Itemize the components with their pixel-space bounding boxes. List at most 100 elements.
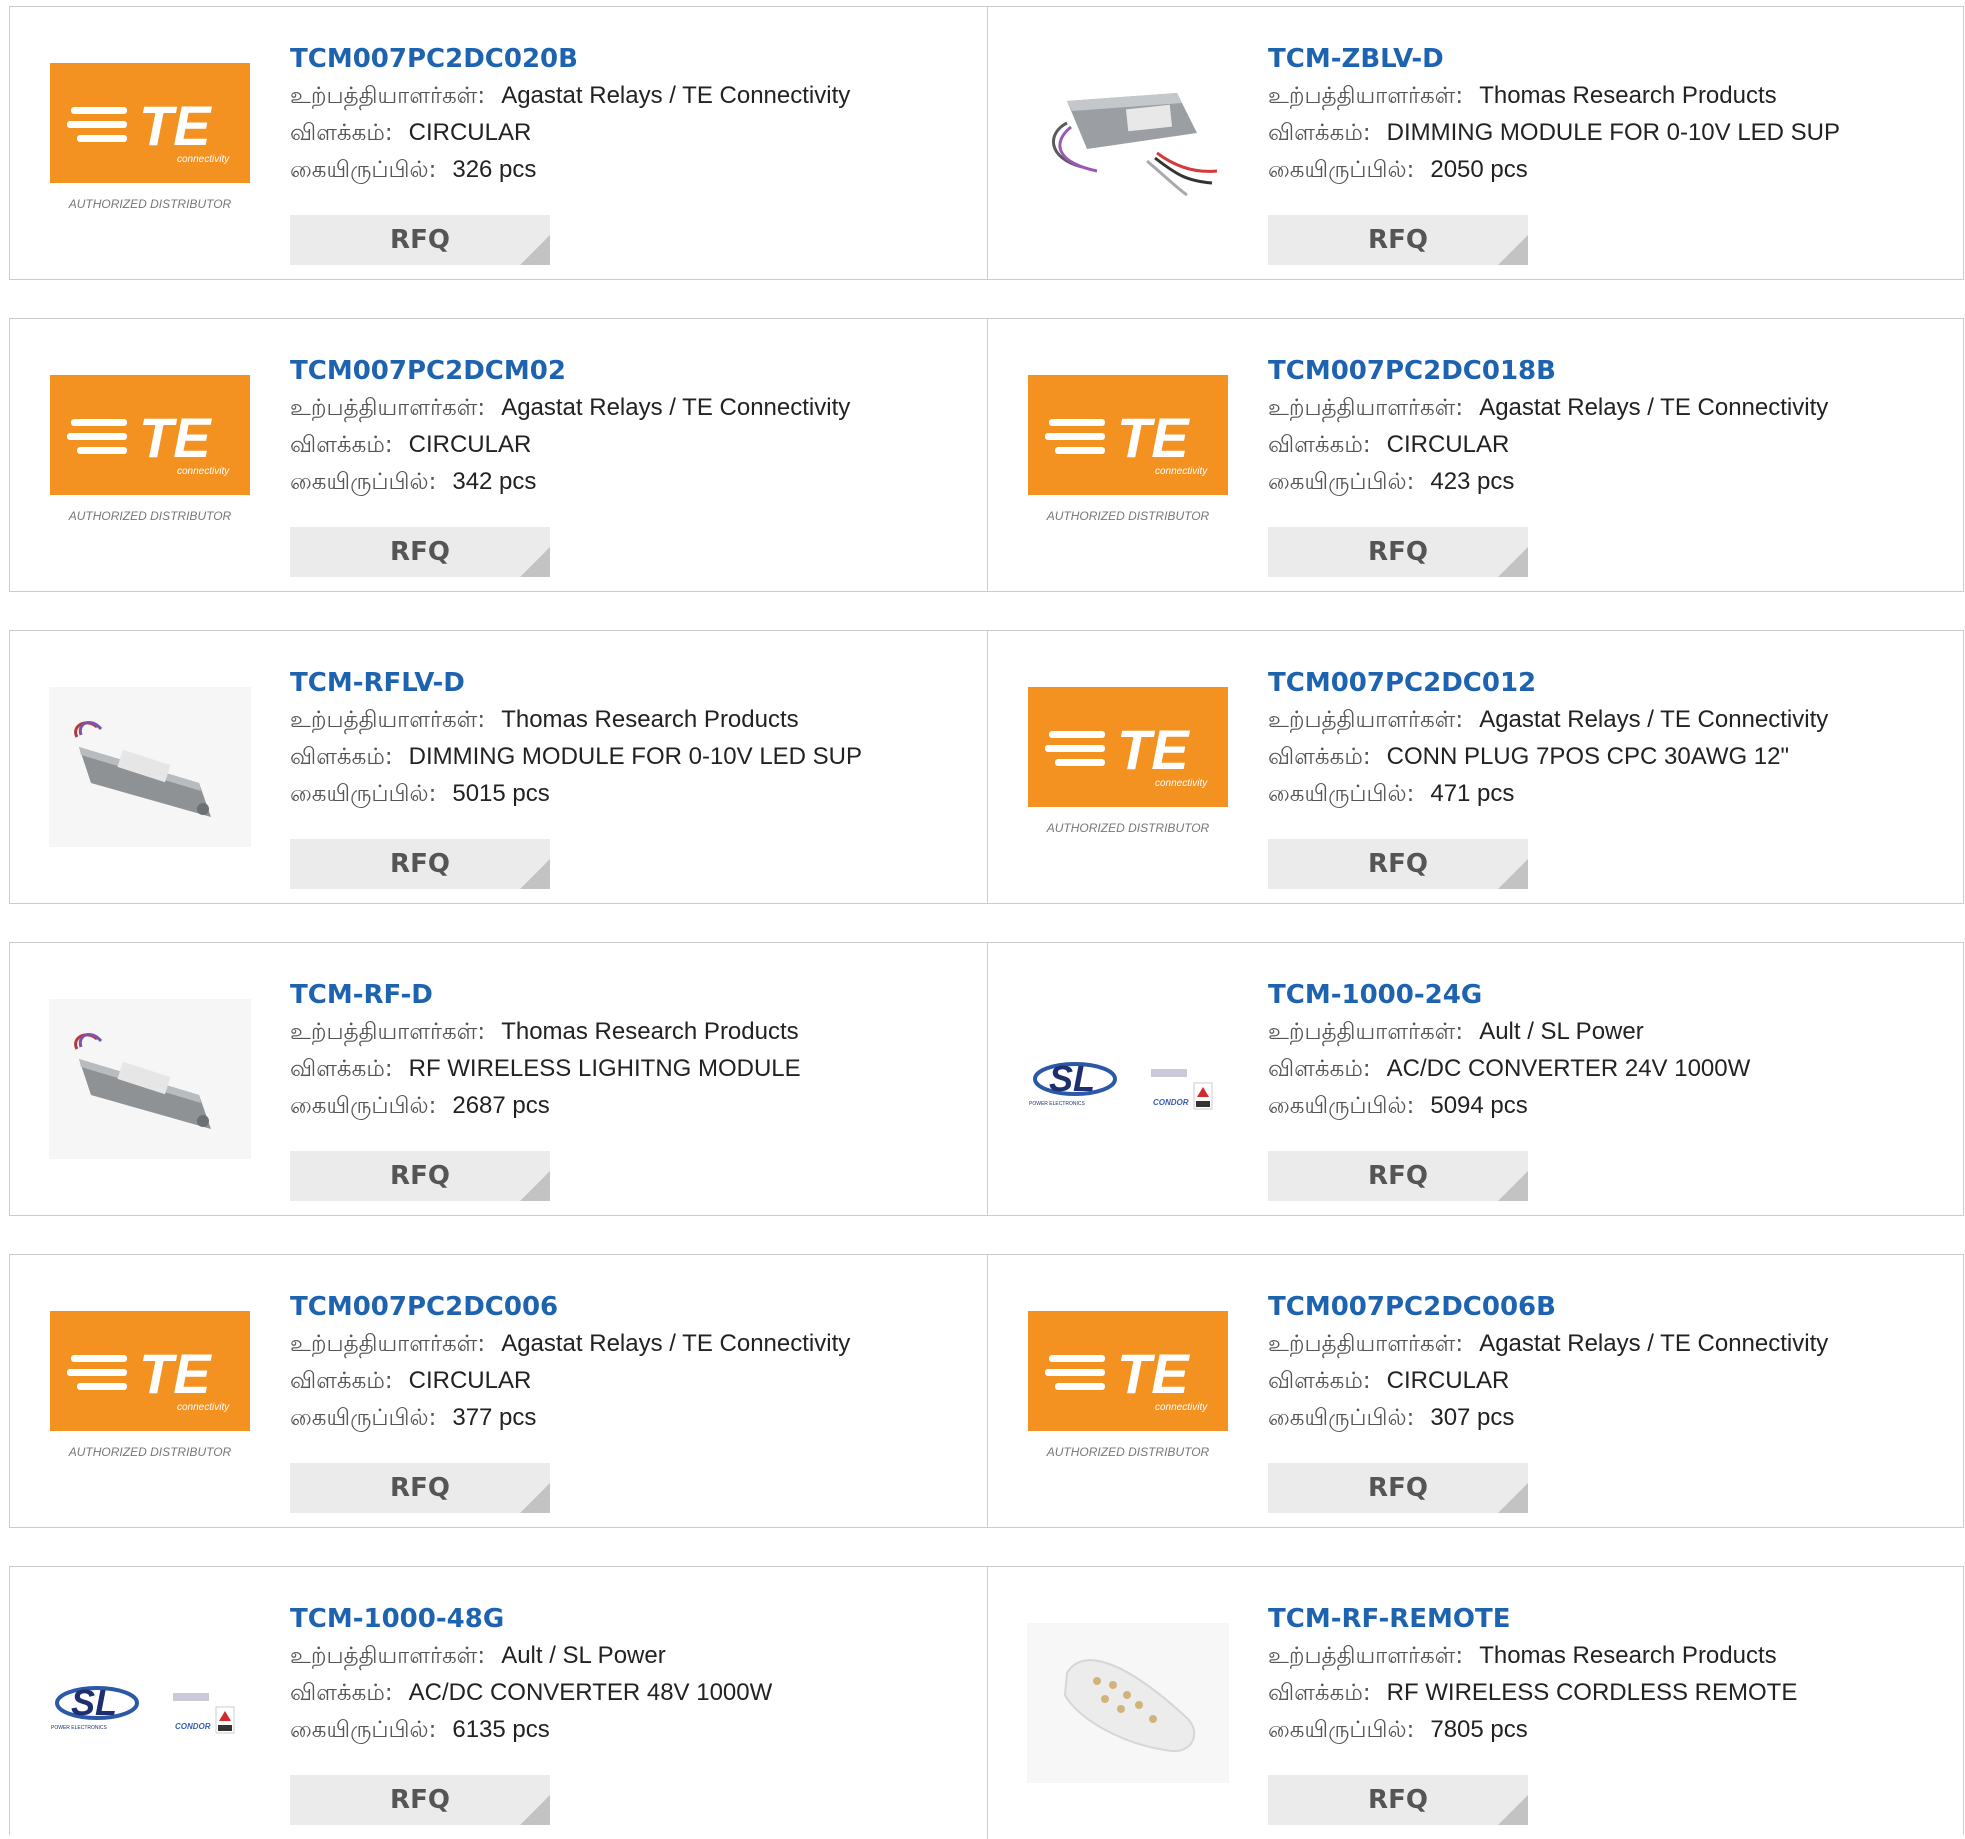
remote-control-photo	[1027, 1623, 1229, 1783]
rfq-label: RFQ	[390, 1785, 450, 1815]
stock-value: 307 pcs	[1430, 1404, 1515, 1431]
stock-label: கையிருப்பில்:	[1268, 781, 1415, 807]
rfq-corner-decoration	[1498, 1483, 1528, 1513]
description-label: விளக்கம்:	[1268, 744, 1371, 770]
rfq-button[interactable]: RFQ	[290, 1463, 550, 1513]
part-number-link[interactable]: TCM-1000-24G	[1268, 977, 1948, 1013]
rfq-button[interactable]: RFQ	[1268, 1151, 1528, 1201]
manufacturer-row: உற்பத்தியாளர்கள்: Thomas Research Product…	[290, 1013, 970, 1050]
manufacturer-value: Agastat Relays / TE Connectivity	[1479, 1330, 1829, 1357]
product-image[interactable]: TE connectivity AUTHORIZED DISTRIBUTOR	[49, 1311, 251, 1471]
rfq-label: RFQ	[1368, 1473, 1428, 1503]
rfq-button[interactable]: RFQ	[290, 839, 550, 889]
rfq-button[interactable]: RFQ	[1268, 527, 1528, 577]
stock-row: கையிருப்பில்: 2687 pcs	[290, 1087, 970, 1124]
description-value: AC/DC CONVERTER 48V 1000W	[408, 1679, 773, 1706]
rfq-button[interactable]: RFQ	[1268, 1775, 1528, 1825]
rfq-button[interactable]: RFQ	[1268, 1463, 1528, 1513]
stock-label: கையிருப்பில்:	[1268, 469, 1415, 495]
part-number-link[interactable]: TCM007PC2DCM02	[290, 353, 970, 389]
product-image[interactable]	[1027, 63, 1229, 223]
product-image[interactable]: SL POWER ELECTRONICS CONDOR	[49, 1623, 251, 1783]
product-card: TE connectivity AUTHORIZED DISTRIBUTOR T…	[987, 319, 1964, 591]
product-image[interactable]: TE connectivity AUTHORIZED DISTRIBUTOR	[49, 63, 251, 223]
manufacturer-value: Agastat Relays / TE Connectivity	[1479, 706, 1829, 733]
part-number-link[interactable]: TCM007PC2DC006B	[1268, 1289, 1948, 1325]
rfq-button[interactable]: RFQ	[290, 215, 550, 265]
description-label: விளக்கம்:	[290, 1680, 393, 1706]
stock-value: 6135 pcs	[452, 1716, 550, 1743]
product-card: SL POWER ELECTRONICS CONDOR TCM-1000-48G…	[10, 1567, 987, 1839]
stock-value: 377 pcs	[452, 1404, 537, 1431]
manufacturer-label: உற்பத்தியாளர்கள்:	[1268, 1331, 1464, 1357]
te-connectivity-logo: TE connectivity AUTHORIZED DISTRIBUTOR	[1028, 687, 1228, 835]
description-value: RF WIRELESS LIGHITNG MODULE	[408, 1055, 801, 1082]
manufacturer-value: Agastat Relays / TE Connectivity	[501, 394, 851, 421]
description-value: CIRCULAR	[408, 431, 532, 458]
rfq-label: RFQ	[1368, 537, 1428, 567]
manufacturer-label: உற்பத்தியாளர்கள்:	[1268, 1019, 1464, 1045]
stock-row: கையிருப்பில்: 307 pcs	[1268, 1399, 1948, 1436]
manufacturer-value: Thomas Research Products	[1479, 82, 1777, 109]
manufacturer-value: Agastat Relays / TE Connectivity	[501, 1330, 851, 1357]
rfq-button[interactable]: RFQ	[1268, 839, 1528, 889]
product-image[interactable]	[1027, 1623, 1229, 1783]
stock-label: கையிருப்பில்:	[1268, 157, 1415, 183]
te-logo-subtext: connectivity	[1155, 466, 1208, 477]
description-value: AC/DC CONVERTER 24V 1000W	[1386, 1055, 1751, 1082]
rfq-button[interactable]: RFQ	[1268, 215, 1528, 265]
part-number-link[interactable]: TCM-RF-REMOTE	[1268, 1601, 1948, 1637]
description-label: விளக்கம்:	[290, 432, 393, 458]
te-connectivity-logo: TE connectivity AUTHORIZED DISTRIBUTOR	[1028, 375, 1228, 523]
product-row: SL POWER ELECTRONICS CONDOR TCM-1000-48G…	[9, 1566, 1964, 1839]
manufacturer-value: Agastat Relays / TE Connectivity	[1479, 394, 1829, 421]
product-card: SL POWER ELECTRONICS CONDOR TCM-1000-24G…	[987, 943, 1964, 1215]
description-row: விளக்கம்: CIRCULAR	[1268, 1362, 1948, 1399]
stock-label: கையிருப்பில்:	[290, 157, 437, 183]
part-number-link[interactable]: TCM-RFLV-D	[290, 665, 970, 701]
product-image[interactable]: TE connectivity AUTHORIZED DISTRIBUTOR	[49, 375, 251, 535]
manufacturer-label: உற்பத்தியாளர்கள்:	[1268, 1643, 1464, 1669]
rfq-corner-decoration	[520, 547, 550, 577]
manufacturer-value: Agastat Relays / TE Connectivity	[501, 82, 851, 109]
authorized-distributor-text: AUTHORIZED DISTRIBUTOR	[68, 509, 232, 523]
rfq-button[interactable]: RFQ	[290, 527, 550, 577]
te-logo-subtext: connectivity	[1155, 778, 1208, 789]
part-number-link[interactable]: TCM007PC2DC012	[1268, 665, 1948, 701]
manufacturer-label: உற்பத்தியாளர்கள்:	[1268, 83, 1464, 109]
stock-row: கையிருப்பில்: 6135 pcs	[290, 1711, 970, 1748]
rfq-button[interactable]: RFQ	[290, 1775, 550, 1825]
part-number-link[interactable]: TCM-ZBLV-D	[1268, 41, 1948, 77]
part-number-link[interactable]: TCM007PC2DC020B	[290, 41, 970, 77]
product-row: TE connectivity AUTHORIZED DISTRIBUTOR T…	[9, 1254, 1964, 1528]
product-image[interactable]: TE connectivity AUTHORIZED DISTRIBUTOR	[1027, 687, 1229, 847]
module-photo	[49, 687, 251, 847]
manufacturer-row: உற்பத்தியாளர்கள்: Thomas Research Product…	[290, 701, 970, 738]
product-info: TCM-RF-REMOTE உற்பத்தியாளர்கள்: Thomas Re…	[1268, 1601, 1948, 1748]
authorized-distributor-text: AUTHORIZED DISTRIBUTOR	[1046, 1445, 1210, 1459]
product-info: TCM-RF-D உற்பத்தியாளர்கள்: Thomas Researc…	[290, 977, 970, 1124]
product-image[interactable]: TE connectivity AUTHORIZED DISTRIBUTOR	[1027, 1311, 1229, 1471]
product-info: TCM-1000-48G உற்பத்தியாளர்கள்: Ault / SL …	[290, 1601, 970, 1748]
product-card: TCM-RF-D உற்பத்தியாளர்கள்: Thomas Researc…	[10, 943, 987, 1215]
product-info: TCM007PC2DC012 உற்பத்தியாளர்கள்: Agastat …	[1268, 665, 1948, 812]
description-row: விளக்கம்: CIRCULAR	[290, 114, 970, 151]
part-number-link[interactable]: TCM007PC2DC018B	[1268, 353, 1948, 389]
rfq-button[interactable]: RFQ	[290, 1151, 550, 1201]
part-number-link[interactable]: TCM007PC2DC006	[290, 1289, 970, 1325]
product-image[interactable]	[49, 687, 251, 847]
description-row: விளக்கம்: CIRCULAR	[1268, 426, 1948, 463]
description-label: விளக்கம்:	[1268, 1368, 1371, 1394]
part-number-link[interactable]: TCM-1000-48G	[290, 1601, 970, 1637]
product-image[interactable]: SL POWER ELECTRONICS CONDOR	[1027, 999, 1229, 1159]
part-number-link[interactable]: TCM-RF-D	[290, 977, 970, 1013]
stock-label: கையிருப்பில்:	[290, 781, 437, 807]
product-info: TCM007PC2DC020B உற்பத்தியாளர்கள்: Agastat…	[290, 41, 970, 188]
description-value: CIRCULAR	[408, 1367, 532, 1394]
stock-label: கையிருப்பில்:	[290, 1717, 437, 1743]
product-image[interactable]: TE connectivity AUTHORIZED DISTRIBUTOR	[1027, 375, 1229, 535]
rfq-corner-decoration	[1498, 235, 1528, 265]
rfq-corner-decoration	[520, 1483, 550, 1513]
product-image[interactable]	[49, 999, 251, 1159]
te-logo-subtext: connectivity	[177, 1402, 230, 1413]
